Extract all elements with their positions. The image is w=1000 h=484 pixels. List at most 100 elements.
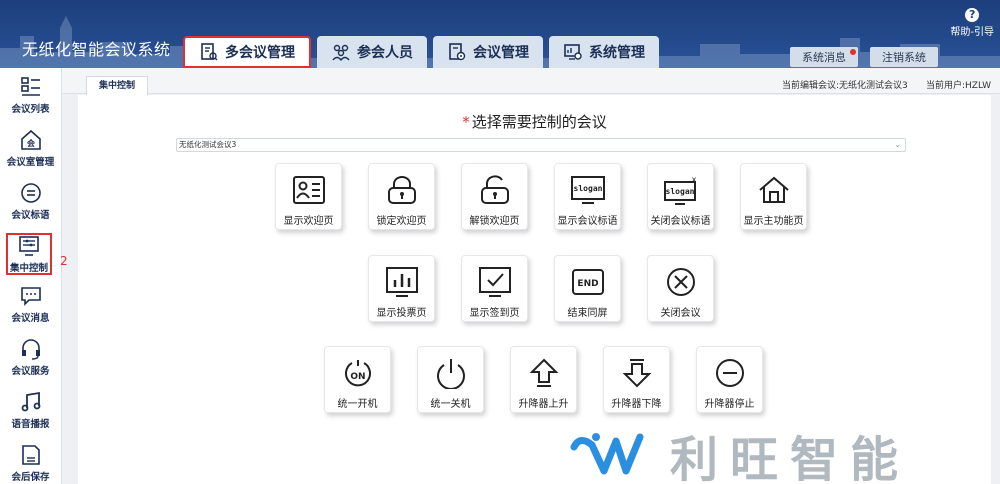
page-tab-bar: 集中控制 当前编辑会议:无纸化测试会议3 当前用户:HZLW: [62, 68, 1000, 95]
sidebar-item-label: 会议消息: [11, 312, 50, 324]
id-card-icon: [292, 176, 325, 204]
button-label: 显示主功能页: [743, 216, 804, 227]
end-icon-text: END: [577, 279, 598, 289]
multi-meeting-icon: [201, 43, 218, 61]
help-icon: ?: [965, 8, 980, 22]
current-meeting-status: 当前编辑会议:无纸化测试会议3: [782, 81, 908, 91]
show-signin-button[interactable]: 显示签到页: [461, 255, 528, 322]
button-label: 锁定欢迎页: [376, 216, 427, 227]
brand-name: 利旺智能: [670, 432, 911, 484]
app-header: 无纸化智能会议系统 多会议管理 参会人员 会议管理 系统管理 1 ? 帮助-引导…: [0, 0, 1000, 68]
nav-tab-label: 系统管理: [589, 45, 645, 61]
system-messages-label: 系统消息: [802, 51, 846, 64]
page-title-text: 选择需要控制的会议: [471, 113, 607, 131]
page-title: * 选择需要控制的会议: [78, 111, 991, 132]
sidebar-item-meeting-service[interactable]: 会议服务: [0, 330, 61, 383]
show-main-page-button[interactable]: 显示主功能页: [740, 163, 807, 230]
sidebar-item-voice-broadcast[interactable]: 语音播报: [0, 383, 61, 436]
app-title: 无纸化智能会议系统: [22, 40, 171, 59]
central-control-icon: [19, 236, 39, 256]
message-icon: [20, 286, 41, 306]
power-on-icon: ON: [344, 360, 371, 387]
button-label: 解锁欢迎页: [469, 216, 520, 227]
current-user-status: 当前用户:HZLW: [926, 81, 992, 91]
logout-button[interactable]: 注销系统: [870, 47, 938, 67]
annotation-marker-2: 2: [60, 254, 68, 268]
sidebar-item-label: 集中控制: [9, 263, 48, 274]
required-asterisk: *: [462, 113, 470, 131]
button-label: 统一关机: [430, 399, 471, 410]
headset-icon: [21, 338, 40, 360]
lifter-up-button[interactable]: 升降器上升: [510, 346, 577, 413]
system-messages-button[interactable]: 系统消息: [790, 47, 858, 67]
slogan-icon-text: slogan: [573, 184, 602, 193]
unlock-icon: [480, 175, 509, 204]
logout-label: 注销系统: [882, 51, 926, 64]
sidebar-item-post-save[interactable]: 会后保存: [0, 436, 61, 484]
nav-tab-meeting-manage[interactable]: 会议管理: [433, 36, 543, 68]
lock-welcome-button[interactable]: 锁定欢迎页: [368, 163, 435, 230]
sidebar-item-label: 会后保存: [11, 471, 50, 483]
button-label: 显示欢迎页: [283, 216, 334, 227]
lock-icon: [387, 176, 416, 204]
nav-tab-label: 参会人员: [357, 45, 413, 61]
button-label: 关闭会议标语: [650, 216, 711, 227]
show-slogan-button[interactable]: slogan 显示会议标语: [554, 163, 621, 230]
arrow-down-icon: [622, 359, 651, 388]
sidebar-item-meeting-room[interactable]: 会 会议室管理: [0, 121, 61, 174]
help-label: 帮助-引导: [950, 27, 994, 38]
button-label: 统一开机: [337, 399, 378, 410]
unread-dot-badge: [850, 49, 856, 55]
power-off-all-button[interactable]: 统一关机: [417, 346, 484, 413]
help-guide-button[interactable]: ? 帮助-引导: [950, 8, 994, 38]
sidebar-item-meeting-list[interactable]: 会议列表: [0, 68, 61, 121]
close-slogan-button[interactable]: x slogan 关闭会议标语: [647, 163, 714, 230]
show-vote-button[interactable]: 显示投票页: [368, 255, 435, 322]
nav-tab-label: 多会议管理: [225, 45, 295, 61]
button-label: 显示会议标语: [557, 216, 618, 227]
close-slogan-icon: xslogan: [663, 175, 696, 205]
slogan-icon-text: slogan: [665, 187, 694, 196]
lifter-down-button[interactable]: 升降器下降: [603, 346, 670, 413]
nav-tab-multi-meeting[interactable]: 多会议管理: [183, 36, 311, 68]
meeting-manage-icon: [449, 43, 466, 61]
brand-logo-icon: [570, 433, 644, 475]
lifter-stop-button[interactable]: 升降器停止: [696, 346, 763, 413]
end-screen-share-button[interactable]: END 结束同屏: [554, 255, 621, 322]
sidebar: 会议列表 会 会议室管理 会议标语 集中控制 会议消息 会议服务 语音播报 会后…: [0, 68, 62, 484]
attendees-icon: [332, 44, 350, 62]
sidebar-item-meeting-message[interactable]: 会议消息: [0, 277, 61, 330]
chevron-down-icon: ⌄: [894, 140, 901, 149]
close-meeting-button[interactable]: 关闭会议: [647, 255, 714, 322]
slogan-icon: [20, 182, 41, 203]
nav-tab-label: 会议管理: [473, 45, 529, 61]
nav-tab-attendees[interactable]: 参会人员: [317, 36, 427, 68]
on-icon-text: ON: [350, 372, 365, 382]
main-nav: 多会议管理 参会人员 会议管理 系统管理: [183, 36, 659, 68]
button-label: 升降器下降: [611, 399, 662, 410]
meeting-select[interactable]: 无纸化测试会议3 ⌄: [176, 138, 906, 152]
brand-watermark: 利旺智能: [570, 420, 910, 484]
slogan-screen-icon: slogan: [570, 176, 605, 204]
sidebar-item-label: 会议列表: [11, 103, 50, 115]
home-icon: [758, 176, 789, 203]
close-circle-icon: [666, 268, 695, 296]
button-label: 关闭会议: [660, 308, 701, 319]
tab-central-control[interactable]: 集中控制: [86, 76, 149, 95]
sidebar-item-label: 会议标语: [11, 209, 50, 221]
button-label: 显示签到页: [469, 308, 520, 319]
sidebar-item-central-control[interactable]: 集中控制: [4, 231, 54, 277]
music-icon: [21, 391, 40, 411]
nav-tab-system-manage[interactable]: 系统管理: [549, 36, 659, 68]
sidebar-item-slogan[interactable]: 会议标语: [0, 174, 61, 227]
button-label: 升降器上升: [518, 399, 569, 410]
bar-chart-icon: [385, 267, 418, 297]
end-icon: END: [571, 269, 604, 295]
unlock-welcome-button[interactable]: 解锁欢迎页: [461, 163, 528, 230]
power-on-all-button[interactable]: ON 统一开机: [324, 346, 391, 413]
power-icon: [436, 359, 465, 389]
button-label: 结束同屏: [567, 308, 608, 319]
show-welcome-button[interactable]: 显示欢迎页: [275, 163, 342, 230]
sidebar-item-label: 语音播报: [11, 418, 50, 430]
button-label: 显示投票页: [376, 308, 427, 319]
